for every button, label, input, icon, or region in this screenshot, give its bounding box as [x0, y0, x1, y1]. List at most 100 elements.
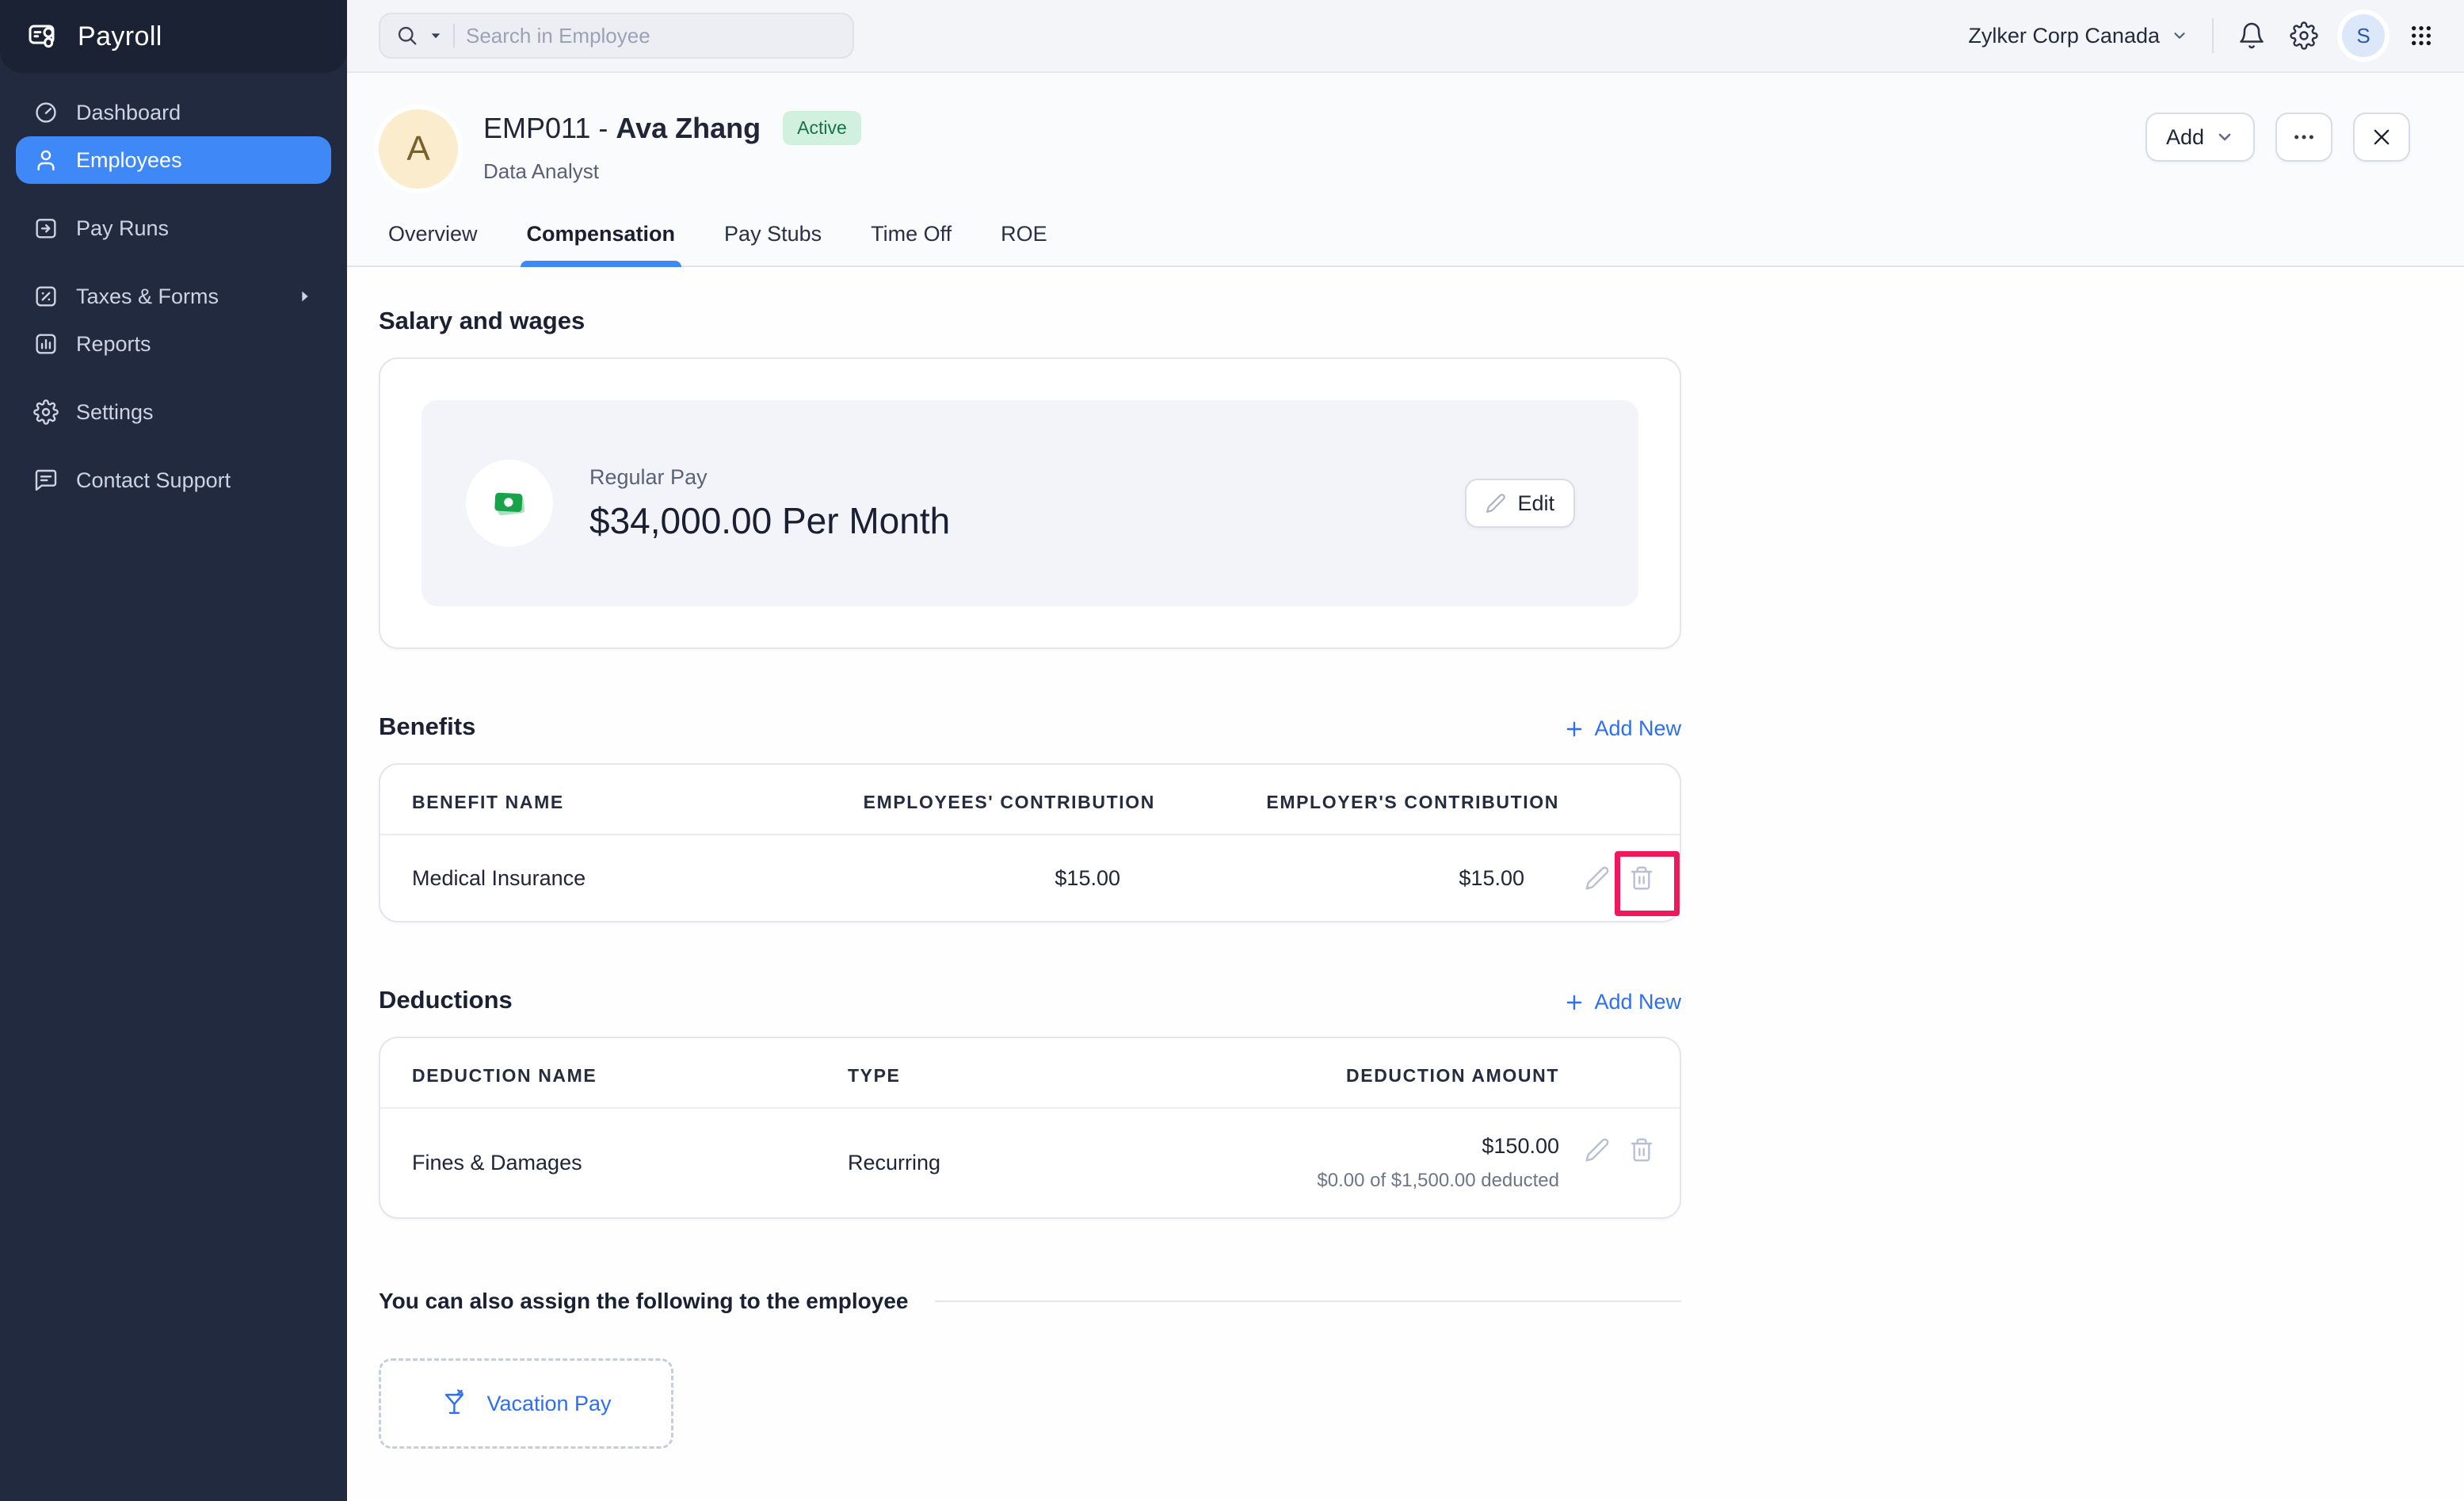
sidebar-item-pay-runs[interactable]: Pay Runs: [16, 204, 331, 252]
edit-salary-button[interactable]: Edit: [1465, 479, 1575, 528]
deduction-progress-note: $0.00 of $1,500.00 deducted: [1317, 1170, 1559, 1191]
deductions-add-new-link[interactable]: Add New: [1564, 990, 1681, 1014]
benefits-table-header: BENEFIT NAME EMPLOYEES' CONTRIBUTION EMP…: [380, 765, 1680, 835]
deduction-amount: $150.00: [1482, 1134, 1559, 1158]
tab-roe[interactable]: ROE: [997, 212, 1051, 265]
search-scope-caret-icon[interactable]: [429, 29, 442, 42]
sidebar-item-taxes-forms[interactable]: Taxes & Forms: [16, 273, 331, 320]
user-avatar-letter: S: [2356, 23, 2371, 48]
sidebar-item-settings[interactable]: Settings: [16, 388, 331, 436]
sidebar-item-label: Contact Support: [76, 468, 231, 492]
pay-runs-icon: [33, 216, 59, 241]
sidebar-item-label: Employees: [76, 147, 182, 172]
benefit-name: Medical Insurance: [412, 865, 586, 890]
global-search[interactable]: [379, 13, 854, 59]
assign-divider: [935, 1300, 1681, 1302]
vacation-pay-button[interactable]: Vacation Pay: [379, 1358, 673, 1449]
add-new-label: Add New: [1594, 716, 1681, 740]
sidebar-item-contact-support[interactable]: Contact Support: [16, 456, 331, 504]
benefit-employers-contribution: $15.00: [1459, 865, 1524, 890]
edit-benefit-icon[interactable]: [1585, 865, 1610, 891]
apps-grid-icon[interactable]: [2409, 23, 2434, 48]
benefit-row: Medical Insurance $15.00 $15.00: [380, 835, 1680, 921]
deduction-row: Fines & Damages Recurring $150.00 $0.00 …: [380, 1109, 1680, 1217]
vacation-pay-label: Vacation Pay: [486, 1391, 612, 1415]
taxes-forms-icon: [33, 284, 59, 309]
col-deduction-name: DEDUCTION NAME: [412, 1065, 597, 1086]
search-input[interactable]: [466, 23, 837, 48]
col-employers-contribution: EMPLOYER'S CONTRIBUTION: [1266, 792, 1559, 812]
sidebar-item-label: Settings: [76, 399, 154, 424]
sidebar-item-dashboard[interactable]: Dashboard: [16, 89, 331, 136]
deductions-table: DEDUCTION NAME TYPE DEDUCTION AMOUNT Fin…: [379, 1037, 1681, 1219]
deduction-type: Recurring: [848, 1151, 941, 1174]
status-badge: Active: [783, 111, 861, 145]
notifications-bell-icon[interactable]: [2237, 21, 2266, 50]
user-avatar[interactable]: S: [2342, 14, 2385, 57]
payroll-logo-icon: [27, 20, 60, 53]
pay-type-label: Regular Pay: [589, 464, 708, 489]
sidebar-item-label: Pay Runs: [76, 216, 170, 240]
pencil-icon: [1486, 493, 1506, 514]
delete-deduction-icon[interactable]: [1629, 1137, 1654, 1163]
tab-pay-stubs[interactable]: Pay Stubs: [721, 212, 825, 265]
delete-benefit-icon[interactable]: [1615, 851, 1680, 916]
employee-title: EMP011 - Ava Zhang Active: [483, 111, 861, 145]
settings-gear-icon[interactable]: [2290, 21, 2318, 50]
sidebar-item-label: Reports: [76, 331, 151, 356]
sidebar-item-label: Taxes & Forms: [76, 284, 219, 308]
employee-avatar: A: [379, 109, 458, 189]
search-icon[interactable]: [396, 25, 418, 47]
add-new-label: Add New: [1594, 990, 1681, 1014]
org-switcher[interactable]: Zylker Corp Canada: [1968, 24, 2188, 48]
more-icon: [2292, 125, 2316, 149]
col-type: TYPE: [848, 1065, 901, 1086]
money-icon: [489, 483, 530, 524]
assign-section-header: You can also assign the following to the…: [379, 1289, 1681, 1314]
sidebar-nav: Dashboard Employees Pay Runs Taxes & For…: [0, 73, 347, 504]
col-employees-contribution: EMPLOYEES' CONTRIBUTION: [863, 792, 1155, 812]
tab-time-off[interactable]: Time Off: [868, 212, 955, 265]
assign-section-title: You can also assign the following to the…: [379, 1289, 909, 1313]
plus-icon: [1564, 719, 1585, 739]
deductions-header: Deductions Add New: [379, 986, 1681, 1014]
benefits-title: Benefits: [379, 712, 476, 740]
header-actions: Add: [2145, 113, 2410, 162]
tab-compensation[interactable]: Compensation: [520, 212, 681, 266]
title-separator: -: [598, 111, 608, 144]
employee-tabs: Overview Compensation Pay Stubs Time Off…: [347, 212, 2464, 267]
add-button[interactable]: Add: [2145, 113, 2255, 162]
pay-amount: $34,000.00 Per Month: [589, 499, 951, 541]
edit-deduction-icon[interactable]: [1585, 1137, 1610, 1163]
plus-icon: [1564, 992, 1585, 1013]
topbar: Zylker Corp Canada S: [347, 0, 2464, 73]
benefits-add-new-link[interactable]: Add New: [1564, 716, 1681, 741]
col-deduction-amount: DEDUCTION AMOUNT: [1346, 1065, 1559, 1086]
close-button[interactable]: [2353, 113, 2410, 162]
deductions-title: Deductions: [379, 986, 513, 1014]
close-icon: [2371, 126, 2393, 148]
app-window: Payroll Dashboard Employees Pay Runs Tax…: [0, 0, 2464, 1501]
dashboard-icon: [33, 100, 59, 125]
sidebar: Payroll Dashboard Employees Pay Runs Tax…: [0, 0, 347, 1501]
sidebar-item-employees[interactable]: Employees: [16, 136, 331, 184]
main-area: Zylker Corp Canada S: [347, 0, 2464, 1501]
more-button[interactable]: [2275, 113, 2332, 162]
benefit-employees-contribution: $15.00: [1055, 865, 1120, 890]
search-divider: [453, 24, 455, 48]
add-button-label: Add: [2165, 124, 2204, 149]
money-icon-circle: [466, 460, 553, 547]
col-benefit-name: BENEFIT NAME: [412, 792, 564, 812]
salary-card: Regular Pay $34,000.00 Per Month Edit: [379, 357, 1681, 649]
edit-button-label: Edit: [1517, 491, 1554, 515]
benefits-table: BENEFIT NAME EMPLOYEES' CONTRIBUTION EMP…: [379, 763, 1681, 922]
tab-overview[interactable]: Overview: [385, 212, 481, 265]
compensation-content: Salary and wages Regular Pay $34,000.00 …: [347, 267, 2464, 1501]
benefits-header: Benefits Add New: [379, 712, 1681, 741]
org-name: Zylker Corp Canada: [1968, 23, 2160, 48]
employee-role: Data Analyst: [483, 159, 599, 183]
salary-section-title: Salary and wages: [379, 307, 585, 334]
sidebar-item-reports[interactable]: Reports: [16, 320, 331, 368]
chevron-down-icon: [2215, 128, 2234, 147]
employee-header: A EMP011 - Ava Zhang Active Data Analyst…: [347, 73, 2464, 189]
